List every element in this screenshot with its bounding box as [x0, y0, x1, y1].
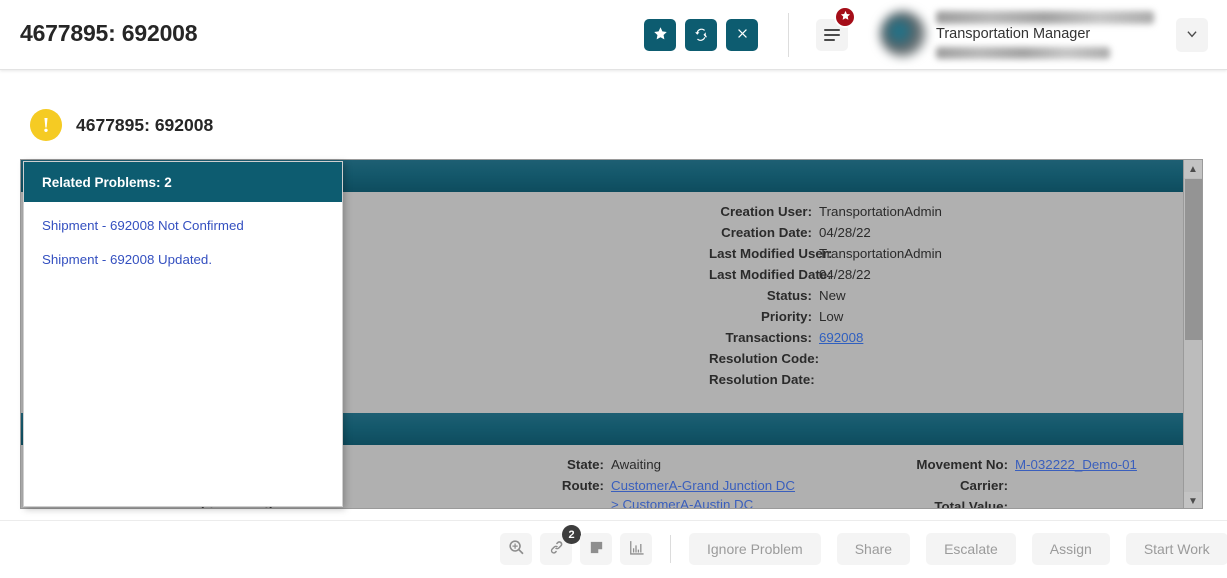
scroll-up-icon[interactable]: ▲ — [1184, 160, 1202, 178]
list-item[interactable]: Shipment - 692008 Updated. — [42, 252, 324, 267]
top-bar: 4677895: 692008 Transportation Manager — [0, 0, 1227, 70]
bottom-actions: 2 Ignore Problem Share Escalate Assign S… — [500, 525, 1227, 565]
zoom-in-icon — [508, 539, 525, 559]
field-label: Creation User: — [720, 204, 812, 219]
user-menu-toggle[interactable] — [1176, 18, 1208, 52]
field-row: Priority: Low — [709, 310, 942, 324]
field-label: State: — [567, 457, 604, 472]
field-row: Last Modified Date: 04/28/22 — [709, 268, 942, 282]
related-links-count: 2 — [562, 525, 581, 544]
field-label: Creation Date: — [721, 225, 812, 240]
page-title: 4677895: 692008 — [20, 20, 198, 46]
popup-title: Related Problems: 2 — [42, 174, 172, 190]
field-row: Resolution Date: — [709, 373, 942, 387]
problem-header: ! 4677895: 692008 — [30, 109, 213, 141]
star-icon — [653, 26, 668, 44]
field-label: Last Modified Date: — [709, 267, 832, 282]
user-role-label: Transportation Manager — [936, 26, 1091, 42]
field-label: Movement No: — [916, 457, 1008, 472]
problem-title: 4677895: 692008 — [76, 114, 214, 135]
refresh-button[interactable] — [685, 19, 717, 51]
field-row: Status: New — [709, 289, 942, 303]
app-root: 4677895: 692008 Transportation Manager !… — [0, 0, 1227, 578]
field-row: Carrier: — [905, 479, 1137, 493]
field-row: Last Modified User: TransportationAdmin — [709, 247, 942, 261]
analytics-button[interactable] — [620, 533, 652, 565]
star-icon — [840, 8, 851, 26]
field-label: Total Value: — [934, 499, 1008, 509]
close-button[interactable] — [726, 19, 758, 51]
link-icon — [548, 539, 565, 559]
problem-fields: Creation User: TransportationAdmin Creat… — [709, 205, 942, 394]
field-value: Low — [819, 309, 844, 324]
user-info: Transportation Manager — [936, 8, 1166, 60]
field-value: TransportationAdmin — [819, 204, 942, 219]
field-label: Transactions: — [725, 330, 812, 345]
start-work-button[interactable]: Start Work — [1125, 533, 1227, 565]
refresh-icon — [694, 26, 709, 44]
avatar — [880, 11, 926, 57]
popup-header: Related Problems: 2 — [24, 162, 342, 202]
chevron-down-icon — [1185, 27, 1199, 44]
field-value: TransportationAdmin — [819, 246, 942, 261]
user-name-redacted — [936, 11, 1154, 24]
shipment-fields-right: Movement No: M-032222_Demo-01 Carrier: T… — [905, 458, 1137, 509]
hamburger-icon — [824, 26, 840, 44]
transaction-link[interactable]: 692008 — [819, 331, 863, 345]
field-label: Route: — [561, 478, 604, 493]
toolbar-divider — [788, 13, 789, 57]
field-value: 04/28/22 — [819, 225, 871, 240]
related-problems-list: Shipment - 692008 Not Confirmed Shipment… — [24, 202, 342, 267]
field-row: Resolution Code: — [709, 352, 942, 366]
note-icon — [588, 539, 605, 559]
action-divider — [670, 535, 671, 563]
user-email-redacted — [936, 47, 1110, 59]
related-links-button[interactable]: 2 — [540, 525, 581, 565]
shipment-fields-left: State: Awaiting Route: CustomerA-Grand J… — [561, 458, 795, 509]
scrollbar-thumb[interactable] — [1185, 179, 1202, 340]
warning-icon: ! — [30, 109, 62, 141]
zoom-in-button[interactable] — [500, 533, 532, 565]
scroll-down-icon[interactable]: ▼ — [1184, 492, 1202, 508]
route-destination-link[interactable]: > CustomerA-Austin DC — [611, 498, 795, 509]
field-row: Creation Date: 04/28/22 — [709, 226, 942, 240]
movement-link[interactable]: M-032222_Demo-01 — [1015, 458, 1137, 472]
topbar-actions — [644, 19, 758, 51]
assign-button[interactable]: Assign — [1031, 533, 1110, 565]
chart-icon — [628, 539, 645, 559]
field-label: Resolution Date: — [709, 372, 815, 387]
share-button[interactable]: Share — [836, 533, 911, 565]
bottom-action-bar: 2 Ignore Problem Share Escalate Assign S… — [0, 520, 1227, 578]
field-row: Route: CustomerA-Grand Junction DC > Cus… — [561, 479, 795, 509]
escalate-button[interactable]: Escalate — [926, 533, 1016, 565]
field-label: Resolution Code: — [709, 351, 820, 366]
route-value: CustomerA-Grand Junction DC > CustomerA-… — [611, 479, 795, 509]
field-label: Last Modified User: — [709, 246, 833, 261]
favorite-button[interactable] — [644, 19, 676, 51]
field-row: Creation User: TransportationAdmin — [709, 205, 942, 219]
field-row: Total Value: — [905, 500, 1137, 509]
field-row: State: Awaiting — [561, 458, 795, 472]
panel-scrollbar[interactable]: ▲ ▼ — [1183, 160, 1202, 508]
related-problems-popup: Related Problems: 2 Shipment - 692008 No… — [23, 161, 343, 507]
notes-button[interactable] — [580, 533, 612, 565]
field-label: Status: — [766, 288, 812, 303]
close-icon — [735, 26, 750, 44]
field-value: 04/28/22 — [819, 267, 871, 282]
menu-star-badge — [834, 6, 856, 28]
route-origin-link[interactable]: CustomerA-Grand Junction DC — [611, 479, 795, 493]
ignore-problem-button[interactable]: Ignore Problem — [689, 533, 821, 565]
list-item[interactable]: Shipment - 692008 Not Confirmed — [42, 218, 324, 233]
field-label: Carrier: — [959, 478, 1008, 493]
field-value: New — [819, 288, 846, 303]
field-row: Transactions: 692008 — [709, 331, 942, 345]
field-value: Awaiting — [611, 457, 662, 472]
field-row: Movement No: M-032222_Demo-01 — [905, 458, 1137, 472]
field-label: Priority: — [761, 309, 812, 324]
